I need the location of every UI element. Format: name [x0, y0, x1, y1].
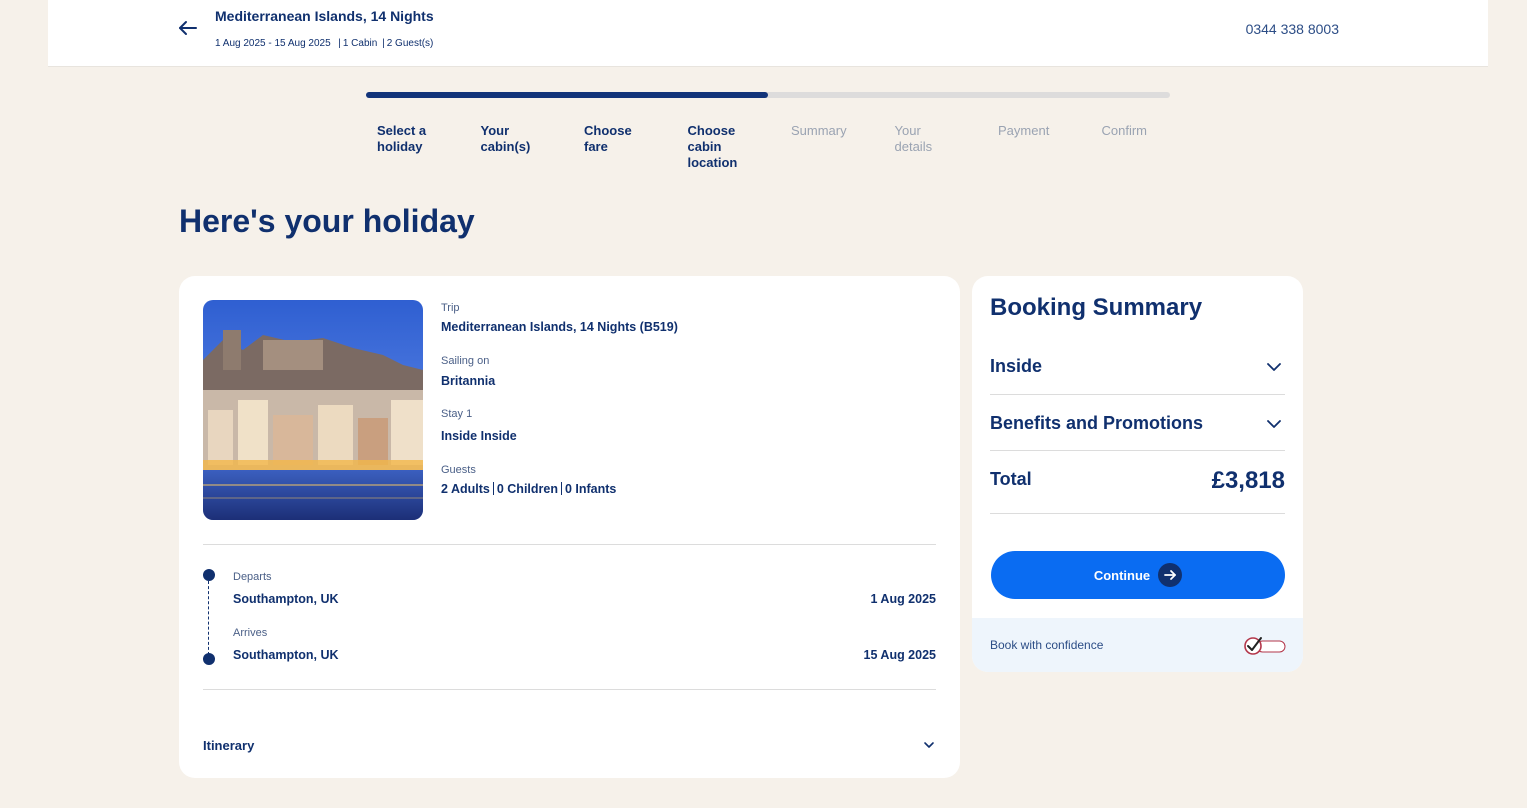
progress-step-label: Choose — [687, 123, 736, 138]
meta-separator: | — [382, 38, 385, 49]
chevron-down-icon — [1267, 420, 1281, 428]
trip-value: Mediterranean Islands, 14 Nights (B519) — [441, 320, 678, 334]
booking-summary: Booking Summary Inside Benefits and Prom… — [972, 276, 1303, 672]
progress-step-label: Summary — [791, 123, 847, 138]
book-with-confidence: Book with confidence — [972, 618, 1303, 672]
progress-step-label: Choose — [584, 123, 632, 138]
progress-step-label: Confirm — [1101, 123, 1148, 138]
divider — [990, 394, 1285, 395]
sailing-label: Sailing on — [441, 355, 490, 367]
benefits-accordion-label: Benefits and Promotions — [990, 413, 1204, 433]
holiday-photo — [203, 300, 423, 520]
infants-count: 0 Infants — [564, 482, 617, 496]
abta-check-logo — [1244, 637, 1286, 655]
arrives-date: 15 Aug 2025 — [863, 648, 937, 662]
chevron-down-icon — [1267, 363, 1281, 371]
trip-cabins: 1 Cabin — [342, 38, 378, 49]
continue-button[interactable]: Continue — [991, 551, 1285, 599]
arrives-dot — [203, 653, 215, 665]
top-bar: Mediterranean Islands, 14 Nights 1 Aug 2… — [48, 0, 1488, 67]
departs-dot — [203, 569, 215, 581]
itinerary-toggle[interactable]: Itinerary — [203, 738, 254, 753]
trip-title: Mediterranean Islands, 14 Nights — [215, 8, 434, 24]
progress-step[interactable]: Select a holiday — [377, 123, 457, 155]
progress-fill — [366, 92, 768, 98]
progress-step[interactable]: Choose cabin location — [688, 123, 768, 171]
ship-name: Britannia — [441, 374, 496, 388]
trip-guests: 2 Guest(s) — [386, 38, 434, 49]
route-line — [208, 581, 209, 655]
progress-step: Your details — [895, 123, 975, 155]
back-arrow-icon[interactable] — [176, 16, 200, 40]
arrives-port: Southampton, UK — [233, 648, 339, 662]
progress-step-label: Payment — [998, 123, 1050, 138]
continue-label: Continue — [1093, 567, 1151, 583]
progress-track — [366, 92, 1170, 98]
phone-number[interactable]: 0344 338 8003 — [1246, 21, 1339, 37]
progress-step: Confirm — [1102, 123, 1182, 139]
arrives-label: Arrives — [233, 627, 268, 639]
guest-divider — [492, 482, 494, 495]
total-label: Total — [990, 469, 1032, 489]
confidence-text: Book with confidence — [990, 638, 1104, 652]
guests-label: Guests — [441, 464, 476, 476]
progress-step-label: holiday — [377, 139, 423, 154]
progress-step: Summary — [791, 123, 871, 139]
meta-separator: | — [335, 38, 341, 49]
progress-step-label: Your — [894, 123, 921, 138]
progress-step[interactable]: Choose fare — [584, 123, 664, 155]
guest-divider — [560, 482, 562, 495]
guests-value: 2 Adults 0 Children 0 Infants — [441, 482, 616, 496]
progress-step-label: fare — [584, 139, 608, 154]
holiday-card: Trip Mediterranean Islands, 14 Nights (B… — [179, 276, 960, 778]
stay-label: Stay 1 — [441, 408, 473, 420]
progress-step-label: details — [894, 139, 933, 154]
departs-label: Departs — [233, 571, 272, 583]
total-price: £3,818 — [1211, 467, 1285, 494]
stay-value: Inside Inside — [441, 429, 517, 443]
departs-date: 1 Aug 2025 — [870, 592, 936, 606]
adults-count: 2 Adults — [441, 482, 490, 496]
divider — [990, 450, 1285, 451]
benefits-accordion[interactable]: Benefits and Promotions — [990, 407, 1285, 443]
progress-step-label: cabin(s) — [480, 139, 531, 154]
cabin-accordion[interactable]: Inside — [990, 350, 1285, 386]
trip-dates: 1 Aug 2025 - 15 Aug 2025 — [215, 38, 331, 49]
trip-label: Trip — [441, 302, 460, 314]
divider — [203, 689, 936, 690]
arrow-right-circle-icon — [1158, 563, 1183, 587]
progress-step-label: Select a — [377, 123, 427, 138]
departs-port: Southampton, UK — [233, 592, 339, 606]
divider — [203, 544, 936, 545]
page-title: Here's your holiday — [179, 203, 475, 239]
progress-step-label: cabin — [687, 139, 722, 154]
chevron-down-icon[interactable] — [922, 738, 936, 752]
progress-step-label: Your — [480, 123, 510, 138]
cabin-accordion-label: Inside — [990, 356, 1043, 376]
children-count: 0 Children — [496, 482, 558, 496]
progress-step-label: location — [687, 155, 738, 170]
summary-title: Booking Summary — [990, 294, 1203, 321]
divider — [990, 513, 1285, 514]
progress-step: Payment — [998, 123, 1078, 139]
progress-step[interactable]: Your cabin(s) — [481, 123, 561, 155]
trip-meta: 1 Aug 2025 - 15 Aug 2025 | 1 Cabin | 2 Gue… — [215, 38, 433, 49]
